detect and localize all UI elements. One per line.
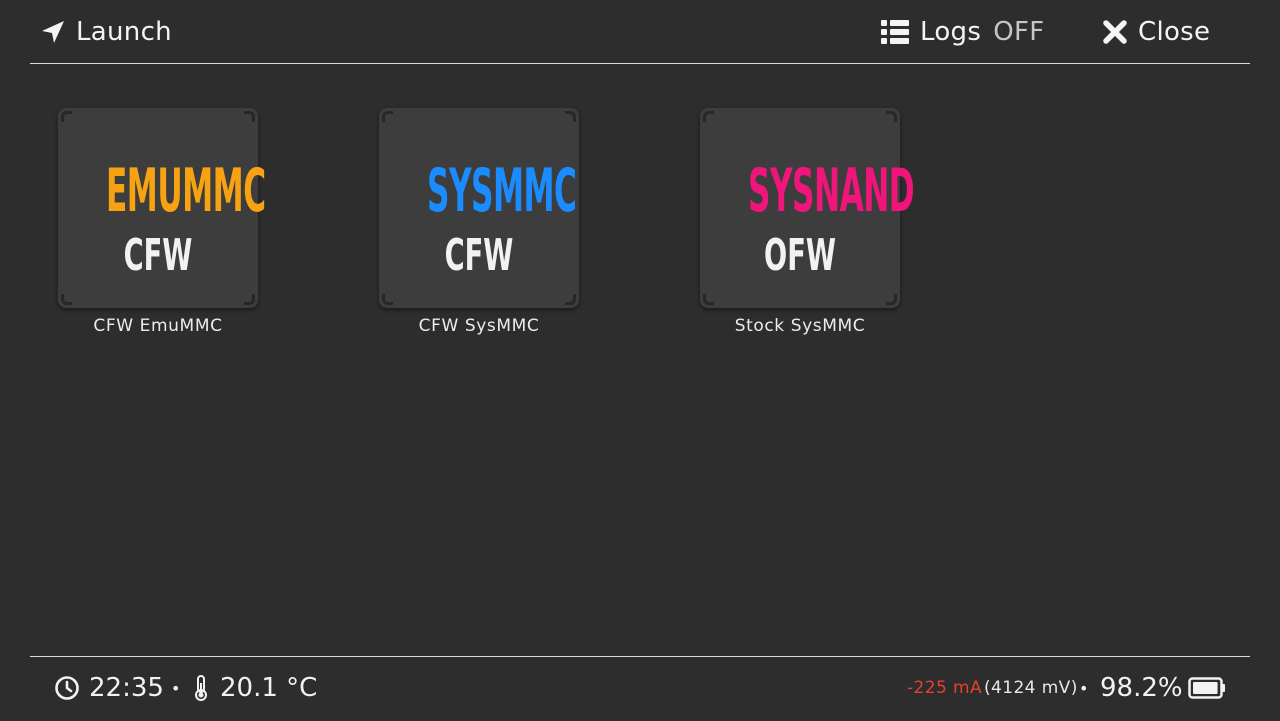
logs-state: OFF <box>993 17 1045 47</box>
boot-entry-sysnand: SYSNAND OFW Stock SysMMC <box>700 108 915 336</box>
boot-tile-emummc[interactable]: EMUMMC CFW <box>58 108 266 308</box>
clock-icon <box>54 671 80 705</box>
separator-dot: • <box>171 678 181 698</box>
tile-caption: CFW EmuMMC <box>93 316 223 336</box>
boot-entry-emummc: EMUMMC CFW CFW EmuMMC <box>58 108 266 336</box>
tile-title: SYSNAND <box>748 156 915 226</box>
battery-current: -225 mA <box>907 678 982 698</box>
tile-subtitle: CFW <box>444 230 514 281</box>
logs-label: Logs <box>920 17 982 47</box>
close-icon <box>1102 19 1128 45</box>
tile-caption: CFW SysMMC <box>418 316 540 336</box>
separator-dot: • <box>1079 678 1089 698</box>
clock-time: 22:35 <box>89 673 164 703</box>
tile-title: EMUMMC <box>106 156 266 226</box>
boot-entry-sysmmc: SYSMMC CFW CFW SysMMC <box>379 108 579 336</box>
tile-subtitle: OFW <box>764 230 836 281</box>
logs-toggle-button[interactable]: Logs OFF <box>880 14 1044 50</box>
boot-tile-sysmmc[interactable]: SYSMMC CFW <box>379 108 579 308</box>
close-label: Close <box>1138 17 1211 47</box>
launch-label: Launch <box>76 17 172 47</box>
tile-title: SYSMMC <box>427 156 577 226</box>
launch-button[interactable]: Launch <box>38 14 172 50</box>
temperature-value: 20.1 °C <box>220 673 318 703</box>
battery-icon <box>1188 671 1226 705</box>
tile-caption: Stock SysMMC <box>734 316 866 336</box>
tile-subtitle: CFW <box>123 230 193 281</box>
battery-voltage: (4124 mV) <box>984 678 1078 698</box>
location-arrow-icon <box>38 17 68 47</box>
thermometer-icon <box>193 671 209 705</box>
battery-fill <box>1193 682 1218 694</box>
list-icon <box>880 17 910 47</box>
status-bar: 22:35 • 20.1 °C -225 mA (4124 mV) • 98.2… <box>30 656 1250 721</box>
boot-tile-sysnand[interactable]: SYSNAND OFW <box>700 108 915 308</box>
battery-percent: 98.2% <box>1100 673 1183 703</box>
close-button[interactable]: Close <box>1102 14 1210 50</box>
top-bar: Launch Logs OFF Close <box>30 0 1250 64</box>
